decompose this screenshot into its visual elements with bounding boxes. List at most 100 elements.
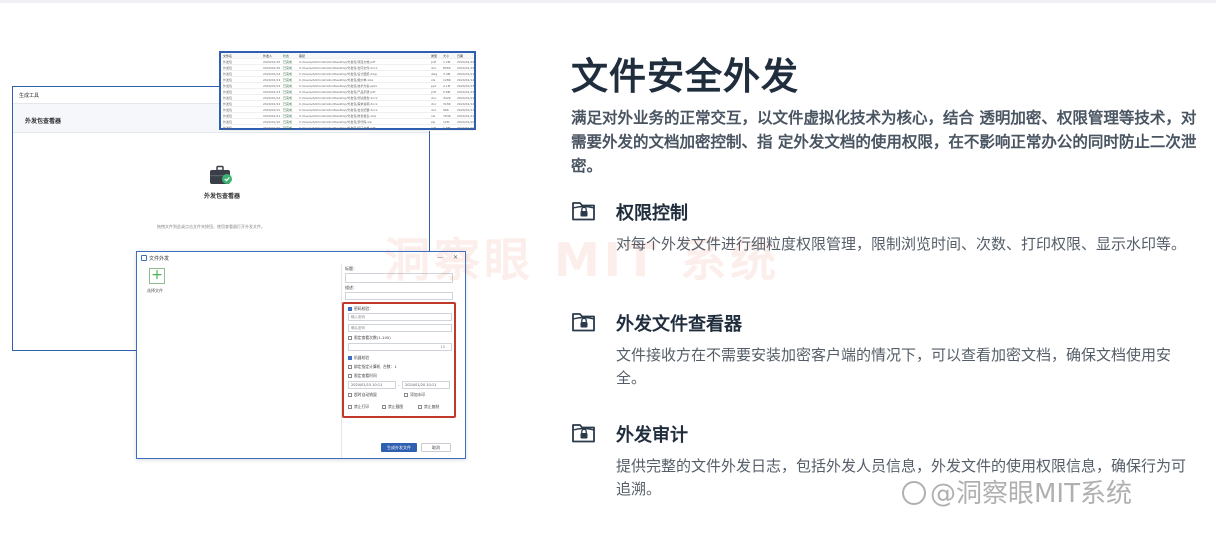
page-title: 文件安全外发 [571, 55, 799, 98]
auto-destroy-checkbox[interactable]: 超时自动销毁 [348, 392, 377, 398]
table-cell: 2024/01/10 [457, 126, 475, 130]
drop-hint: 拖拽文件到此或点击文件夹按钮，使用查看器打开外发文件。 [157, 224, 265, 229]
table-cell: 已完成 [283, 66, 293, 70]
watermark-logo-icon [902, 481, 926, 505]
table-cell: 外发包 [223, 84, 233, 88]
table-cell: 2024/01/15 [263, 60, 281, 64]
generate-file-button[interactable]: 生成外发文件 [381, 443, 417, 452]
table-cell: 外发包 [223, 72, 233, 76]
table-cell: 96K [443, 108, 449, 112]
limit-views-stepper[interactable]: 10 [348, 343, 452, 351]
table-cell: 已完成 [283, 84, 293, 88]
table-cell: C:/Users/Administrator/Desktop/外发包/测试报告.… [299, 96, 378, 100]
end-date-picker[interactable]: 2024/01/20 10:11 [402, 381, 450, 389]
start-date-picker[interactable]: 2024/01/15 10:11 [348, 381, 396, 389]
dialog-title: 文件外发 [149, 256, 170, 262]
bind-machine-checkbox[interactable]: 绑定指定计算机 台数：1 [348, 364, 397, 370]
table-cell: C:/Users/Administrator/Desktop/外发包/设计图纸.… [299, 72, 377, 76]
no-copy-checkbox[interactable]: 禁止复制 [418, 404, 439, 410]
machine-verify-checkbox[interactable]: 机器校验 [348, 355, 369, 361]
table-cell: C:/Users/Administrator/Desktop/外发包/技术方案.… [299, 84, 378, 88]
watermark-checkbox[interactable]: 添加水印 [404, 392, 425, 398]
table-cell: 2024/01/14 [457, 78, 475, 82]
table-cell: 3.4M [443, 72, 451, 76]
table-cell: 已完成 [283, 114, 293, 118]
table-cell: 外发包 [223, 114, 233, 118]
permission-settings-highlight: 密码校验： 输入密码 确认密码 限定查看次数(1-100) 10 机器校验 绑定… [342, 302, 456, 418]
table-cell: 432K [443, 96, 451, 100]
table-cell: ppt [431, 84, 436, 88]
table-cell: doc [431, 108, 437, 112]
table-cell: 2024/01/15 [263, 66, 281, 70]
table-row[interactable]: 外发包 2024/01/10 已完成 C:/Users/Administrator/D… [221, 125, 474, 131]
password-check-label[interactable]: 密码校验： [348, 306, 373, 312]
table-cell: 已完成 [283, 108, 293, 112]
table-cell: pdf [431, 90, 436, 94]
table-cell: 2024/01/12 [457, 102, 475, 106]
table-cell: 外发包 [223, 102, 233, 106]
confirm-password-input[interactable]: 确认密码 [348, 324, 452, 332]
feature-title-audit: 外发审计 [616, 425, 688, 446]
table-cell: 2024/01/14 [457, 72, 475, 76]
add-file-button[interactable]: + [149, 268, 165, 284]
password-input[interactable]: 输入密码 [348, 313, 452, 321]
table-cell: 2024/01/11 [457, 108, 475, 112]
dialog-app-icon [141, 255, 147, 261]
desc-field[interactable] [345, 292, 453, 300]
folder-lock-icon [572, 313, 595, 332]
limit-views-checkbox[interactable]: 限定查看次数(1-100) [348, 335, 391, 341]
table-cell: 外发包 [223, 96, 233, 100]
date-separator: - [398, 382, 400, 387]
cancel-button[interactable]: 取消 [421, 443, 451, 452]
table-cell: 2024/01/13 [263, 84, 281, 88]
table-cell: pdf [431, 126, 436, 130]
table-cell: 2024/01/12 [263, 96, 281, 100]
title-field-label: 标题： [345, 266, 357, 271]
table-cell: doc [431, 66, 437, 70]
table-cell: C:/Users/Administrator/Desktop/外发包/财务报表.… [299, 114, 377, 118]
intro-paragraph: 满足对外业务的正常交互，以文件虚拟化技术为核心，结合 透明加密、权限管理等技术，… [571, 109, 1197, 175]
table-cell: 2024/01/15 [457, 66, 475, 70]
table-cell: 大小 [443, 54, 450, 58]
table-cell: 764K [443, 114, 451, 118]
table-cell: 外发包 [223, 126, 233, 130]
table-cell: 1.2M [443, 60, 451, 64]
add-file-label: 选择文件 [147, 288, 163, 293]
table-cell: 2024/01/15 [457, 60, 475, 64]
table-cell: 已完成 [283, 96, 293, 100]
subbar-label: 外发包查看器 [25, 118, 62, 125]
limit-time-checkbox[interactable]: 限定查看时间 [348, 373, 377, 379]
table-cell: C:/Users/Administrator/Desktop/外发包/合同文件.… [299, 66, 378, 70]
table-cell: 2024/01/10 [263, 126, 281, 130]
table-cell: 已完成 [283, 126, 293, 130]
table-cell: 2024/01/10 [457, 120, 475, 124]
table-cell: C:/Users/Administrator/Desktop/外发包/接口文档.… [299, 126, 376, 130]
table-cell: xls [431, 78, 436, 82]
table-cell: 文件名 [223, 54, 233, 58]
table-cell: 5.6M [443, 90, 451, 94]
table-cell: doc [431, 102, 437, 106]
table-cell: 318K [443, 102, 451, 106]
table-cell: 2024/01/13 [457, 90, 475, 94]
feature-desc-permission: 对每个外发文件进行细粒度权限管理，限制浏览时间、次数、打印权限、显示水印等。 [616, 235, 1187, 253]
table-cell: 外发包 [223, 66, 233, 70]
folder-lock-icon [572, 424, 595, 443]
table-cell: 2024/01/12 [457, 96, 475, 100]
table-cell: 外发包 [223, 78, 233, 82]
table-cell: C:/Users/Administrator/Desktop/外发包/需求说明.… [299, 102, 378, 106]
table-cell: C:/Users/Administrator/Desktop/外发包/会议纪要.… [299, 108, 378, 112]
table-cell: 路径 [299, 54, 306, 58]
top-border [0, 0, 1216, 3]
table-cell: xls [431, 114, 436, 118]
outgoing-file-list-window: 文件名 外发人 状态 路径 类型 大小 日期 外发包 2024/01/15 已完成 C:/Users… [219, 51, 476, 131]
no-print-checkbox[interactable]: 禁止打印 [348, 404, 369, 410]
table-cell: pdf [431, 60, 436, 64]
table-cell: 856K [443, 66, 451, 70]
table-cell: 外发包 [223, 120, 233, 124]
feature-title-viewer: 外发文件查看器 [616, 314, 742, 335]
table-cell: C:/Users/Administrator/Desktop/外发包/产品手册.… [299, 90, 376, 94]
table-cell: 2024/01/13 [457, 84, 475, 88]
table-cell: 12M [443, 120, 450, 124]
table-cell: 类型 [431, 54, 438, 58]
no-screenshot-checkbox[interactable]: 禁止截图 [382, 404, 403, 410]
